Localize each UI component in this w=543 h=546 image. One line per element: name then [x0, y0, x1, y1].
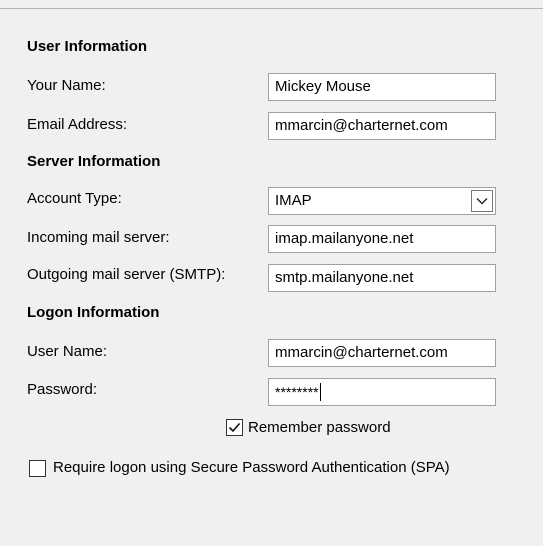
outgoing-mail-server-label: Outgoing mail server (SMTP):: [27, 266, 226, 283]
spa-checkbox[interactable]: [29, 460, 46, 477]
your-name-field[interactable]: Mickey Mouse: [268, 73, 496, 101]
password-field[interactable]: ********: [268, 378, 496, 406]
password-value: ********: [275, 384, 319, 401]
incoming-mail-server-value: imap.mailanyone.net: [275, 230, 414, 247]
incoming-mail-server-field[interactable]: imap.mailanyone.net: [268, 225, 496, 253]
top-divider: [0, 8, 543, 9]
email-address-label: Email Address:: [27, 116, 128, 133]
email-address-value: mmarcin@charternet.com: [275, 117, 448, 134]
user-name-value: mmarcin@charternet.com: [275, 344, 448, 361]
account-settings-panel: User Information Your Name: Mickey Mouse…: [0, 0, 543, 546]
outgoing-mail-server-value: smtp.mailanyone.net: [275, 269, 414, 286]
your-name-label: Your Name:: [27, 77, 106, 94]
server-information-heading: Server Information: [27, 153, 161, 170]
text-cursor: [319, 383, 321, 402]
user-name-label: User Name:: [27, 343, 108, 360]
remember-password-checkbox[interactable]: [226, 419, 243, 436]
incoming-mail-server-label: Incoming mail server:: [27, 229, 170, 246]
your-name-value: Mickey Mouse: [275, 78, 371, 95]
spa-label[interactable]: Require logon using Secure Password Auth…: [53, 458, 523, 478]
account-type-value: IMAP: [275, 192, 312, 209]
account-type-select[interactable]: IMAP: [268, 187, 496, 215]
user-information-heading: User Information: [27, 38, 148, 55]
email-address-field[interactable]: mmarcin@charternet.com: [268, 112, 496, 140]
outgoing-mail-server-field[interactable]: smtp.mailanyone.net: [268, 264, 496, 292]
user-name-field[interactable]: mmarcin@charternet.com: [268, 339, 496, 367]
remember-password-label[interactable]: Remember password: [248, 419, 391, 436]
logon-information-heading: Logon Information: [27, 304, 160, 321]
password-label: Password:: [27, 381, 98, 398]
account-type-label: Account Type:: [27, 190, 122, 207]
dropdown-button[interactable]: [471, 190, 493, 212]
